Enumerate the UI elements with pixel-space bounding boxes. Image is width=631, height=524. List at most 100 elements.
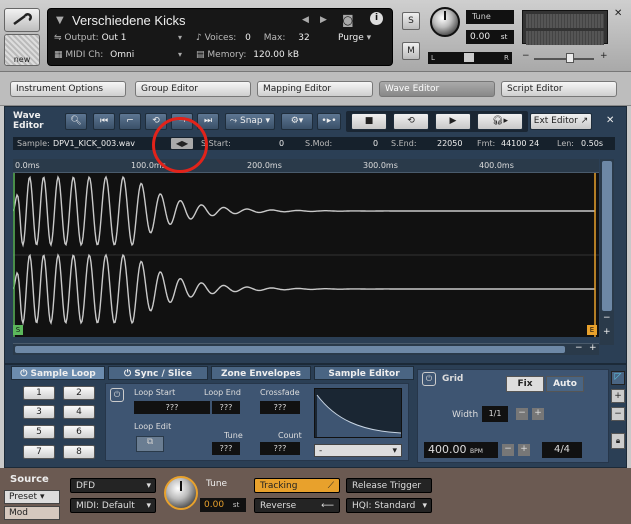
end-marker[interactable]: E [587, 325, 597, 335]
info-icon[interactable]: i [370, 12, 383, 25]
midi-row[interactable]: ▦ MIDI Ch: Omni [54, 50, 134, 60]
grid-fix-button[interactable]: Fix [506, 376, 544, 392]
max-voices-value[interactable]: 32 [298, 33, 309, 43]
mute-button[interactable]: M [402, 42, 420, 60]
grid-power-button[interactable]: ⏻ [422, 372, 436, 386]
close-instrument-icon[interactable]: ✕ [614, 8, 622, 19]
close-wave-editor-icon[interactable]: ✕ [606, 115, 614, 126]
loop-end-field[interactable]: ??? [212, 401, 240, 414]
volume-handle[interactable] [566, 53, 574, 63]
preset-button[interactable]: Preset ▾ [4, 490, 60, 504]
grid-width-value[interactable]: 1/1 [482, 406, 508, 422]
camera-icon[interactable]: ◙ [342, 13, 354, 27]
volume-minus-icon[interactable]: − [522, 51, 530, 61]
output-dropdown-icon[interactable]: ▾ [178, 33, 182, 42]
loop-count-field[interactable]: ??? [260, 442, 300, 455]
source-tune-display[interactable]: 0.00 st [200, 498, 246, 512]
hqi-dropdown[interactable]: HQI: Standard ▾ [346, 498, 432, 513]
time-ruler[interactable]: 0.0ms 100.0ms 200.0ms 300.0ms 400.0ms [13, 159, 599, 173]
tab-wave-editor[interactable]: Wave Editor [379, 81, 495, 97]
zoom-in-vertical-icon[interactable]: + [603, 327, 611, 337]
tune-display[interactable]: 0.00 st [466, 30, 514, 44]
grid-mode-button[interactable]: ◸ [611, 371, 625, 385]
zoom-button[interactable]: 🔍︎ [65, 113, 87, 130]
go-to-start-button[interactable]: ⏮︎ [93, 113, 115, 130]
ext-editor-button[interactable]: Ext Editor ↗ [530, 113, 592, 130]
volume-slider[interactable]: − + [520, 51, 610, 64]
zoom-out-vertical-icon[interactable]: − [603, 313, 611, 323]
solo-button[interactable]: S [402, 12, 420, 30]
horizontal-scrollbar[interactable]: − + [13, 343, 599, 355]
sample-start-button[interactable]: ⌐ [119, 113, 141, 130]
vertical-scroll-thumb[interactable] [602, 161, 612, 311]
grid-width-plus-button[interactable]: + [532, 408, 544, 420]
loop-3-button[interactable]: 3 [23, 405, 55, 419]
bpm-field[interactable]: 400.00 BPM [424, 442, 498, 458]
collapse-triangle-icon[interactable]: ▼ [56, 15, 64, 26]
new-button[interactable]: new [4, 34, 40, 66]
loop-play-button[interactable]: ⟲ [393, 113, 429, 130]
stop-button[interactable]: ■ [351, 113, 387, 130]
tab-zone-envelopes[interactable]: Zone Envelopes [211, 366, 311, 380]
loop-edit-button[interactable]: ⧉ [136, 436, 164, 452]
start-marker[interactable]: S [13, 325, 23, 335]
vertical-scrollbar[interactable]: − + [600, 159, 614, 345]
tab-sample-editor[interactable]: Sample Editor [314, 366, 414, 380]
more-button[interactable]: •▸• [317, 113, 341, 130]
play-button[interactable]: ▶ [435, 113, 471, 130]
loop-7-button[interactable]: 7 [23, 445, 55, 459]
tracking-button[interactable]: Tracking ⟋ [254, 478, 340, 493]
send-value[interactable]: 22050 [437, 137, 462, 150]
zoom-in-horizontal-icon[interactable]: + [589, 343, 597, 353]
next-instrument-icon[interactable]: ▶ [320, 15, 327, 25]
loop-power-button[interactable]: ⏻ [110, 388, 124, 402]
prev-instrument-icon[interactable]: ◀ [302, 15, 309, 25]
midi-dropdown-icon[interactable]: ▾ [178, 50, 182, 59]
horizontal-scroll-thumb[interactable] [15, 346, 565, 353]
grid-add-button[interactable]: + [611, 389, 625, 403]
instrument-name[interactable]: Verschiedene Kicks [72, 13, 185, 28]
volume-plus-icon[interactable]: + [600, 51, 608, 61]
loop-6-button[interactable]: 6 [63, 425, 95, 439]
output-row[interactable]: ⇋ Output: Out 1 [54, 33, 127, 43]
tab-mapping-editor[interactable]: Mapping Editor [257, 81, 373, 97]
tab-sync-slice[interactable]: ⏻ Sync / Slice [108, 366, 208, 380]
snap-button[interactable]: ⤳ Snap ▾ [225, 113, 275, 130]
bpm-minus-button[interactable]: − [502, 444, 514, 456]
loop-tune-field[interactable]: ??? [212, 442, 240, 455]
crossfade-field[interactable]: ??? [260, 401, 300, 414]
source-mode-dropdown[interactable]: DFD ▾ [70, 478, 156, 493]
tune-knob[interactable] [430, 7, 460, 37]
bpm-plus-button[interactable]: + [518, 444, 530, 456]
tab-sample-loop[interactable]: ⏻ Sample Loop [11, 366, 105, 380]
loop-8-button[interactable]: 8 [63, 445, 95, 459]
grid-remove-button[interactable]: − [611, 407, 625, 421]
smod-value[interactable]: 0 [373, 137, 378, 150]
loop-2-button[interactable]: 2 [63, 386, 95, 400]
purge-menu[interactable]: Purge ▾ [338, 33, 371, 43]
tools-button[interactable]: ⚙︎▾ [281, 113, 313, 130]
zoom-out-horizontal-icon[interactable]: − [575, 343, 583, 353]
loop-4-button[interactable]: 4 [63, 405, 95, 419]
midi-mode-dropdown[interactable]: MIDI: Default ▾ [70, 498, 156, 513]
mod-button[interactable]: Mod [4, 506, 60, 520]
loop-mode-dropdown[interactable]: - ▾ [314, 444, 402, 457]
grid-width-minus-button[interactable]: − [516, 408, 528, 420]
source-tune-knob[interactable] [164, 476, 198, 510]
loop-1-button[interactable]: 1 [23, 386, 55, 400]
reverse-button[interactable]: Reverse ⟵ [254, 498, 340, 513]
tab-instrument-options[interactable]: Instrument Options [10, 81, 126, 97]
audition-button[interactable]: 🎧︎▸ [477, 113, 523, 130]
time-signature-field[interactable]: 4/4 [542, 442, 582, 458]
loop-5-button[interactable]: 5 [23, 425, 55, 439]
pan-handle[interactable] [464, 53, 474, 62]
pan-slider[interactable]: L R [428, 52, 512, 64]
waveform-display[interactable]: S E [12, 173, 599, 337]
grid-lock-button[interactable]: 🔒︎ [611, 433, 625, 449]
tab-script-editor[interactable]: Script Editor [501, 81, 617, 97]
tab-group-editor[interactable]: Group Editor [135, 81, 251, 97]
wrench-button[interactable] [4, 8, 40, 32]
release-trigger-button[interactable]: Release Trigger [346, 478, 432, 493]
grid-auto-button[interactable]: Auto [546, 376, 584, 392]
sstart-value[interactable]: 0 [279, 137, 284, 150]
